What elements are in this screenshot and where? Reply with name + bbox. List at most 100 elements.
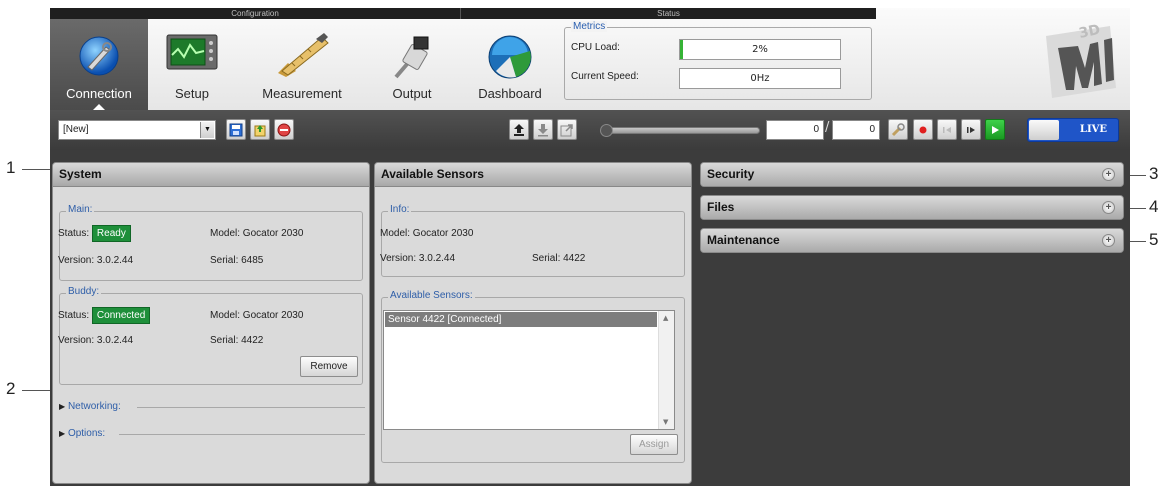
step-forward-button[interactable]	[961, 119, 981, 140]
chevron-down-icon[interactable]: ▼	[200, 122, 214, 138]
sensor-info-serial: Serial: 4422	[532, 253, 586, 264]
main-status: Status: Ready	[58, 225, 131, 242]
main-model: Model: Gocator 2030	[210, 228, 304, 239]
maintenance-header[interactable]: Maintenance +	[701, 229, 1123, 252]
cpu-load-fill	[680, 40, 684, 59]
buddy-status-label: Status:	[58, 310, 90, 321]
files-title: Files	[707, 200, 735, 214]
record-button[interactable]	[913, 119, 933, 140]
replay-slider-handle[interactable]	[600, 124, 613, 137]
system-panel: System Main: Status: Ready Model: Gocato…	[52, 162, 370, 484]
frame-current-field[interactable]: 0	[766, 120, 824, 140]
available-sensors-legend: Available Sensors:	[388, 290, 475, 301]
security-header[interactable]: Security +	[701, 163, 1123, 186]
upload-icon	[514, 123, 524, 136]
sensor-info-version: Version: 3.0.2.44	[380, 253, 456, 264]
step-forward-icon	[967, 126, 975, 133]
files-panel[interactable]: Files +	[700, 195, 1124, 220]
scroll-up-icon[interactable]: ▲	[663, 314, 668, 322]
download-icon	[538, 123, 548, 136]
measurement-button[interactable]: Measurement	[236, 19, 368, 110]
callout-1: 1	[6, 158, 16, 177]
play-button[interactable]	[985, 119, 1005, 140]
scroll-down-icon[interactable]: ▼	[663, 418, 668, 426]
options-section[interactable]: ▶ Options:	[59, 428, 365, 439]
replay-slider[interactable]	[600, 124, 760, 137]
current-speed-label: Current Speed:	[571, 71, 639, 82]
live-label: LIVE	[1079, 124, 1107, 135]
setup-button[interactable]: Setup	[148, 19, 236, 110]
buddy-legend: Buddy:	[66, 286, 102, 297]
output-button[interactable]: Output	[368, 19, 456, 110]
main-legend: Main:	[66, 204, 95, 215]
status-badge-ready: Ready	[91, 225, 131, 242]
security-panel[interactable]: Security +	[700, 162, 1124, 187]
networking-label: Networking:	[67, 401, 121, 412]
remove-buddy-button[interactable]: Remove	[300, 356, 358, 377]
play-icon	[992, 125, 999, 134]
available-sensors-group: Available Sensors: Sensor 4422 [Connecte…	[381, 290, 685, 463]
networking-divider	[137, 407, 365, 408]
gocator-app-window: Configuration Status Connection Setup Me…	[50, 8, 1130, 486]
maintenance-title: Maintenance	[707, 233, 780, 247]
save-icon	[229, 123, 243, 136]
buddy-group: Buddy: Status: Connected Model: Gocator …	[58, 286, 363, 385]
assign-button[interactable]: Assign	[630, 434, 678, 455]
options-divider	[119, 434, 365, 435]
callout-4: 4	[1149, 197, 1159, 216]
save-job-button[interactable]	[226, 119, 246, 140]
buddy-serial: Serial: 4422	[210, 335, 264, 346]
group-status-label: Status	[460, 8, 876, 19]
callout-5: 5	[1149, 230, 1159, 249]
sensor-list[interactable]: Sensor 4422 [Connected] ▲ ▼	[383, 310, 675, 430]
frame-total-field: 0	[832, 120, 880, 140]
job-select-value: [New]	[63, 124, 89, 135]
live-toggle[interactable]: LIVE	[1027, 118, 1119, 142]
ribbon: Configuration Status Connection Setup Me…	[50, 8, 1130, 111]
download-button[interactable]	[533, 119, 553, 140]
sensor-info-legend: Info:	[388, 204, 412, 215]
dashboard-button[interactable]: Dashboard	[462, 19, 558, 110]
security-title: Security	[707, 167, 755, 181]
live-toggle-knob[interactable]	[1029, 120, 1059, 140]
sensor-info-model: Model: Gocator 2030	[380, 228, 474, 239]
step-back-icon	[943, 126, 951, 133]
networking-section[interactable]: ▶ Networking:	[59, 401, 365, 412]
files-header[interactable]: Files +	[701, 196, 1123, 219]
maintenance-panel[interactable]: Maintenance +	[700, 228, 1124, 253]
expand-plus-icon[interactable]: +	[1102, 201, 1115, 214]
main-status-label: Status:	[58, 228, 90, 239]
group-configuration-label: Configuration	[50, 8, 460, 19]
frame-separator: /	[825, 120, 830, 135]
load-job-button[interactable]	[250, 119, 270, 140]
stop-icon	[277, 123, 291, 136]
sensor-list-scrollbar[interactable]: ▲ ▼	[658, 311, 674, 429]
callout-3: 3	[1149, 164, 1159, 183]
delete-job-button[interactable]	[274, 119, 294, 140]
triangle-right-icon: ▶	[59, 402, 66, 411]
expand-plus-icon[interactable]: +	[1102, 168, 1115, 181]
job-select[interactable]: [New] ▼	[58, 120, 216, 140]
wrench-icon	[891, 122, 905, 136]
export-button[interactable]	[557, 119, 577, 140]
metrics-box: Metrics CPU Load: 2% Current Speed: 0Hz	[564, 21, 872, 100]
upload-button[interactable]	[509, 119, 529, 140]
dashboard-icon	[488, 35, 532, 79]
oscilloscope-icon	[166, 34, 218, 70]
list-item[interactable]: Sensor 4422 [Connected]	[385, 312, 657, 327]
sensor-info-group: Info: Model: Gocator 2030 Version: 3.0.2…	[380, 204, 685, 277]
main-group: Main: Status: Ready Model: Gocator 2030 …	[58, 204, 363, 281]
cpu-load-bar: 2%	[679, 39, 841, 60]
wrench-button[interactable]	[888, 119, 908, 140]
ruler-pencil-icon	[278, 33, 329, 77]
expand-plus-icon[interactable]: +	[1102, 234, 1115, 247]
connection-label: Connection	[66, 86, 132, 101]
ethernet-plug-icon	[394, 36, 429, 79]
buddy-version: Version: 3.0.2.44	[58, 335, 134, 346]
available-sensors-panel: Available Sensors Info: Model: Gocator 2…	[374, 162, 692, 484]
metrics-title: Metrics	[571, 21, 608, 32]
step-back-button[interactable]	[937, 119, 957, 140]
connection-button[interactable]: Connection	[50, 19, 148, 111]
output-label: Output	[392, 86, 432, 101]
system-panel-title: System	[53, 163, 369, 187]
